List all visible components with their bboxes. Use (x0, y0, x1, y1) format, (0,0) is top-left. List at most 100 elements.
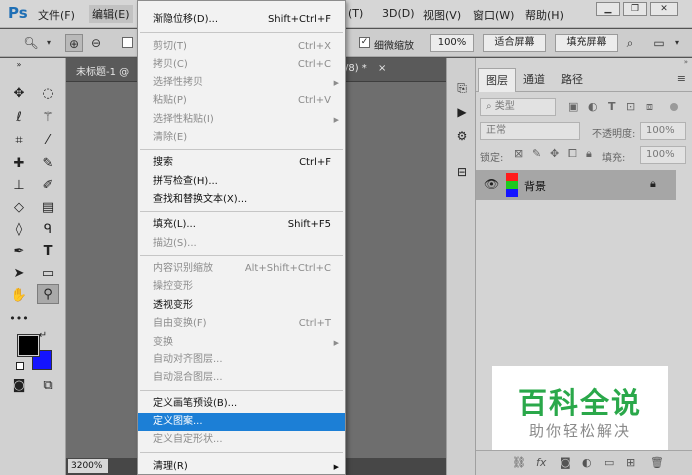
search-icon[interactable]: ⌕ (621, 34, 639, 52)
history-icon[interactable]: ⎘ (452, 78, 472, 98)
resize-windows-checkbox[interactable] (122, 37, 133, 48)
rectangle-icon[interactable]: ▭ (37, 264, 59, 284)
fill-screen-button[interactable]: 填充屏幕 (555, 34, 618, 52)
foreground-color-swatch[interactable] (17, 334, 40, 357)
link-layers-icon[interactable]: ⛓ (512, 456, 526, 469)
brush-icon[interactable]: ✎ (37, 154, 59, 174)
filter-type-icon[interactable]: T (608, 100, 616, 113)
stamp-icon[interactable]: ⊥ (8, 176, 30, 196)
blur-icon[interactable]: ◊ (8, 220, 30, 240)
fill-field[interactable]: 100% (640, 146, 686, 164)
magic-wand-icon[interactable]: ⚚ (37, 108, 59, 128)
menu-item-purge[interactable]: 清理(R) ▶ (138, 458, 345, 475)
path-select-icon[interactable]: ➤ (8, 264, 30, 284)
document-tab-right[interactable]: /8) * (345, 63, 367, 74)
adjustment-layer-icon[interactable]: ◐ (582, 456, 592, 469)
zoom-tool-preset-icon[interactable]: 🔍︎ (22, 34, 40, 52)
menu-item-copy[interactable]: 拷贝(C) Ctrl+C (138, 56, 345, 74)
menu-item-paste-special[interactable]: 选择性粘贴(I) ▶ (138, 111, 345, 129)
more-tools-icon[interactable]: ••• (8, 309, 30, 329)
menu-item-copy-merged[interactable]: 选择性拷贝 ▶ (138, 74, 345, 92)
lock-all-icon[interactable]: 🔒︎ (586, 147, 592, 161)
screen-mode-icon[interactable]: ⧉ (37, 376, 59, 396)
zoom-out-icon[interactable]: ⊖ (87, 34, 105, 52)
close-icon[interactable]: ✕ (650, 2, 678, 16)
hand-icon[interactable]: ✋ (8, 286, 30, 306)
glyphs-icon[interactable]: ⊟ (452, 162, 472, 182)
fine-zoom-checkbox[interactable]: ✓ (359, 37, 370, 48)
menu-window[interactable]: 窗口(W) (473, 7, 514, 23)
menu-item-define-shape[interactable]: 定义自定形状... (138, 431, 345, 449)
menu-type[interactable]: (T) (348, 7, 363, 20)
workspace-chevron-icon[interactable]: ▾ (668, 34, 686, 52)
blend-mode-select[interactable]: 正常 (480, 122, 580, 140)
menu-item-transform[interactable]: 变换 ▶ (138, 334, 345, 352)
zoom-100-button[interactable]: 100% (430, 34, 474, 52)
menu-item-find-replace[interactable]: 查找和替换文本(X)... (138, 191, 345, 209)
menu-item-paste[interactable]: 粘贴(P) Ctrl+V (138, 92, 345, 110)
opacity-field[interactable]: 100% (640, 122, 686, 140)
tab-paths[interactable]: 路径 (554, 68, 590, 92)
menu-item-auto-blend[interactable]: 自动混合图层... (138, 369, 345, 387)
lock-position-icon[interactable]: ✥ (550, 147, 559, 160)
menu-edit[interactable]: 编辑(E) (89, 5, 133, 23)
eraser-icon[interactable]: ◇ (8, 198, 30, 218)
layer-name[interactable]: 背景 (524, 178, 546, 194)
eyedropper-icon[interactable]: ⁄ (37, 131, 59, 151)
lock-transparent-icon[interactable]: ⊠ (514, 147, 523, 160)
play-action-icon[interactable]: ▶ (452, 102, 472, 122)
quick-mask-icon[interactable]: ◙ (8, 376, 30, 396)
menu-3d[interactable]: 3D(D) (382, 7, 415, 20)
lock-pixels-icon[interactable]: ✎ (532, 147, 541, 160)
zoom-icon[interactable]: ⚲ (37, 284, 59, 304)
fit-screen-button[interactable]: 适合屏幕 (483, 34, 546, 52)
menu-item-puppet-warp[interactable]: 操控变形 (138, 278, 345, 296)
filter-smart-icon[interactable]: ⧈ (646, 100, 653, 114)
properties-icon[interactable]: ⚙ (452, 126, 472, 146)
close-tab-icon[interactable]: × (378, 63, 386, 74)
menu-item-fade[interactable]: 渐隐位移(D)... Shift+Ctrl+F (138, 11, 345, 29)
document-tab-left[interactable]: 未标题-1 @ (76, 63, 129, 78)
menu-item-content-aware-scale[interactable]: 内容识别缩放 Alt+Shift+Ctrl+C (138, 260, 345, 278)
pen-icon[interactable]: ✒ (8, 242, 30, 262)
filter-shape-icon[interactable]: ⊡ (626, 100, 635, 113)
default-colors-icon[interactable] (16, 362, 24, 370)
minimize-icon[interactable]: ▁ (596, 2, 620, 16)
gradient-icon[interactable]: ▤ (37, 198, 59, 218)
menu-item-search[interactable]: 搜索 Ctrl+F (138, 154, 345, 172)
filter-pixel-icon[interactable]: ▣ (568, 100, 578, 113)
visibility-eye-icon[interactable]: 👁︎ (484, 177, 499, 191)
type-icon[interactable]: T (37, 242, 59, 262)
new-layer-icon[interactable]: ⊞ (626, 456, 635, 469)
zoom-level-field[interactable]: 3200% (68, 459, 108, 473)
collapse-icon[interactable]: » (8, 60, 30, 70)
move-icon[interactable]: ✥ (8, 84, 30, 104)
lasso-icon[interactable]: ℓ (8, 108, 30, 128)
menu-file[interactable]: 文件(F) (38, 7, 75, 23)
lock-artboard-icon[interactable]: ⧠ (568, 147, 577, 161)
menu-item-stroke[interactable]: 描边(S)... (138, 235, 345, 253)
history-brush-icon[interactable]: ✐ (37, 176, 59, 196)
menu-item-define-pattern[interactable]: 定义图案... (138, 413, 345, 431)
menu-item-fill[interactable]: 填充(L)... Shift+F5 (138, 216, 345, 234)
filter-toggle-icon[interactable] (670, 103, 678, 111)
marquee-icon[interactable]: ◌ (37, 84, 59, 104)
workspace-icon[interactable]: ▭ (650, 34, 668, 52)
layer-filter-kind[interactable]: ⌕ 类型 (480, 98, 556, 116)
menu-item-clear[interactable]: 清除(E) (138, 129, 345, 147)
add-mask-icon[interactable]: ◙ (560, 456, 571, 469)
restore-icon[interactable]: ❐ (623, 2, 647, 16)
crop-icon[interactable]: ⌗ (8, 131, 30, 151)
menu-item-perspective-warp[interactable]: 透视变形 (138, 297, 345, 315)
menu-item-free-transform[interactable]: 自由变换(F) Ctrl+T (138, 315, 345, 333)
menu-item-auto-align[interactable]: 自动对齐图层... (138, 351, 345, 369)
menu-item-cut[interactable]: 剪切(T) Ctrl+X (138, 38, 345, 56)
new-group-icon[interactable]: ▭ (604, 456, 614, 469)
chevron-down-icon[interactable]: ▾ (40, 34, 58, 52)
dodge-icon[interactable]: ᑫ (37, 220, 59, 240)
healing-icon[interactable]: ✚ (8, 154, 30, 174)
layer-style-icon[interactable]: fx (536, 456, 546, 469)
menu-item-define-brush[interactable]: 定义画笔预设(B)... (138, 395, 345, 413)
layer-row-background[interactable]: 👁︎ 背景 🔒︎ (476, 170, 676, 200)
menu-view[interactable]: 视图(V) (423, 7, 461, 23)
